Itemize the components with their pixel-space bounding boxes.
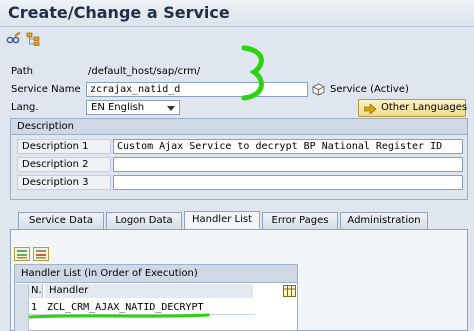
column-header-n: N. <box>29 284 43 298</box>
application-toolbar <box>0 28 474 50</box>
annotation-bracket <box>240 44 270 102</box>
description-header: Description <box>11 119 467 135</box>
description-1-label: Description 1 <box>17 139 111 154</box>
hierarchy-icon[interactable] <box>26 32 42 46</box>
column-header-handler: Handler <box>45 284 253 298</box>
other-languages-label: Other Languages <box>381 102 468 113</box>
service-status: Service (Active) <box>330 84 409 95</box>
row-selector-column[interactable] <box>15 284 29 331</box>
tab-error-pages[interactable]: Error Pages <box>262 212 338 229</box>
tab-service-data[interactable]: Service Data <box>18 212 104 229</box>
handler-list-table: Handler List (in Order of Execution) N. … <box>14 264 298 331</box>
description-2-label: Description 2 <box>17 157 111 172</box>
tab-logon-data[interactable]: Logon Data <box>106 212 182 229</box>
description-2-field[interactable] <box>113 157 463 172</box>
service-name-field[interactable]: zcrajax_natid_d <box>86 82 308 97</box>
description-group: Description Description 1 Custom Ajax Se… <box>10 118 468 200</box>
title-bar: Create/Change a Service <box>0 0 474 27</box>
service-name-label: Service Name <box>11 84 81 95</box>
handler-list-title: Handler List (in Order of Execution) <box>15 265 297 283</box>
cube-icon <box>312 83 325 96</box>
tab-administration[interactable]: Administration <box>340 212 428 229</box>
glasses-pencil-icon[interactable] <box>6 31 22 46</box>
table-settings-icon[interactable] <box>283 285 296 297</box>
delete-row-icon[interactable] <box>33 247 49 261</box>
description-3-label: Description 3 <box>17 175 111 190</box>
insert-row-icon[interactable] <box>14 247 30 261</box>
chevron-down-icon <box>167 106 175 111</box>
path-value: /default_host/sap/crm/ <box>88 66 201 77</box>
path-label: Path <box>11 66 33 77</box>
description-3-field[interactable] <box>113 175 463 190</box>
other-languages-button[interactable]: Other Languages <box>358 99 468 117</box>
language-select-value: EN English <box>91 102 145 113</box>
page-title: Create/Change a Service <box>8 3 230 22</box>
annotation-underline <box>28 312 210 320</box>
language-select[interactable]: EN English <box>86 100 180 115</box>
lang-label: Lang. <box>11 102 39 113</box>
tab-handler-list[interactable]: Handler List <box>184 211 260 229</box>
arrow-right-icon <box>363 103 377 117</box>
description-1-field[interactable]: Custom Ajax Service to decrypt BP Nation… <box>113 139 463 154</box>
